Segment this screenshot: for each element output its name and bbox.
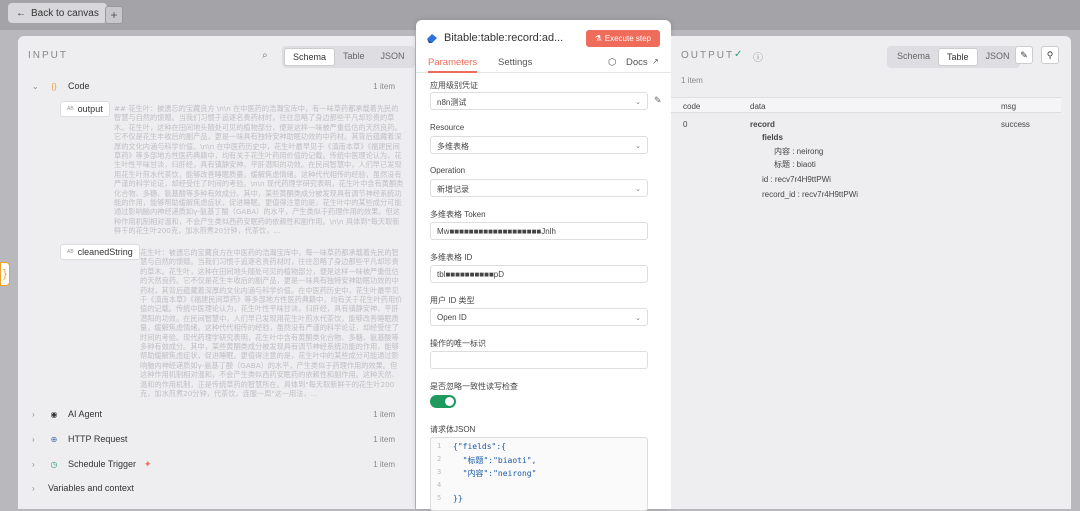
tab-settings[interactable]: Settings bbox=[498, 57, 532, 68]
arrow-left-icon: ← bbox=[16, 7, 26, 19]
edit-pencil-icon[interactable]: ✎ bbox=[654, 95, 662, 106]
output-panel: OUTPUT ✓ ⓘ Schema Table JSON ✎ ⚲ 1 item … bbox=[671, 36, 1071, 509]
text-type-icon: AB bbox=[67, 106, 74, 112]
operation-select[interactable]: 新增记录 ⌄ bbox=[430, 179, 648, 197]
input-panel: INPUT ⌕ Schema Table JSON ⌄ {} Code 1 it… bbox=[18, 36, 415, 509]
chevron-right-icon: › bbox=[32, 483, 35, 493]
data-neirong-value: 内容 : neirong bbox=[774, 147, 824, 156]
node-title[interactable]: Bitable:table:record:ad... bbox=[444, 32, 563, 44]
output-schema-tab[interactable]: Schema bbox=[889, 48, 938, 66]
user-id-type-label: 用户 ID 类型 bbox=[430, 296, 475, 305]
code-node-row[interactable]: ⌄ {} Code bbox=[32, 80, 90, 92]
cell-msg: success bbox=[1001, 120, 1030, 129]
add-tab-button[interactable]: + bbox=[105, 6, 123, 24]
ai-agent-node-row[interactable]: › ◉ AI Agent bbox=[32, 408, 102, 420]
user-id-type-select[interactable]: Open ID ⌄ bbox=[430, 308, 648, 326]
chevron-down-icon: ⌄ bbox=[32, 81, 39, 91]
http-request-node-row[interactable]: › ⊕ HTTP Request bbox=[32, 433, 127, 445]
modal-tabs: Parameters Settings ⬡ Docs ↗ bbox=[416, 53, 671, 73]
code-braces-icon: {} bbox=[51, 81, 57, 91]
token-label: 多维表格 Token bbox=[430, 210, 486, 219]
cleaned-string-field-tag[interactable]: AB cleanedString bbox=[60, 244, 140, 260]
json-line: "内容":"neirong" bbox=[453, 469, 537, 478]
credential-select[interactable]: n8n测试 ⌄ bbox=[430, 92, 648, 110]
json-line: {"fields":{ bbox=[453, 442, 506, 451]
node-settings-modal: Bitable:table:record:ad... ⚗ Execute ste… bbox=[416, 20, 671, 511]
chevron-down-icon: ⌄ bbox=[635, 143, 641, 150]
input-table-tab[interactable]: Table bbox=[335, 48, 373, 66]
data-record-key: record bbox=[750, 120, 775, 129]
ignore-consistency-toggle[interactable] bbox=[430, 395, 456, 408]
output-table-tab[interactable]: Table bbox=[938, 48, 978, 66]
operation-label: Operation bbox=[430, 166, 466, 175]
cleaned-string-value: 花生叶：被遗忘的宝藏良方在中医药的浩瀚宝库中，每一味草药都承载着先民的智慧与自然… bbox=[140, 248, 403, 398]
unique-id-label: 操作的唯一标识 bbox=[430, 339, 486, 348]
http-request-item-count: 1 item bbox=[373, 435, 395, 444]
text-type-icon: AB bbox=[67, 249, 74, 255]
input-title: INPUT bbox=[28, 50, 68, 61]
table-id-input[interactable]: tbl■■■■■■■■■■pD bbox=[430, 265, 648, 283]
credential-label: 应用级别凭证 bbox=[430, 81, 478, 90]
chevron-right-icon: › bbox=[32, 434, 35, 444]
chevron-down-icon: ⌄ bbox=[635, 315, 641, 322]
chevron-right-icon: › bbox=[32, 459, 35, 469]
resource-label: Resource bbox=[430, 123, 465, 132]
resource-select[interactable]: 多维表格 ⌄ bbox=[430, 136, 648, 154]
edit-output-button[interactable]: ✎ bbox=[1015, 46, 1033, 64]
col-code: code bbox=[683, 102, 701, 111]
output-view-switch: Schema Table JSON bbox=[887, 46, 1020, 68]
chevron-down-icon: ⌄ bbox=[635, 99, 641, 106]
unique-id-input[interactable] bbox=[430, 351, 648, 369]
code-item-count: 1 item bbox=[373, 82, 395, 91]
table-id-label: 多维表格 ID bbox=[430, 253, 473, 262]
cell-code: 0 bbox=[683, 120, 688, 129]
chevron-right-icon: › bbox=[32, 409, 35, 419]
docs-link[interactable]: Docs bbox=[626, 57, 648, 68]
input-view-switch: Schema Table JSON bbox=[282, 46, 415, 68]
data-fields-key: fields bbox=[762, 133, 783, 142]
info-icon[interactable]: ⓘ bbox=[753, 49, 763, 64]
json-line: "标题":"biaoti", bbox=[453, 456, 537, 465]
trigger-bolt-icon: ✦ bbox=[144, 458, 152, 469]
json-line: }} bbox=[453, 494, 463, 503]
schedule-trigger-item-count: 1 item bbox=[373, 460, 395, 469]
robot-icon: ◉ bbox=[50, 409, 58, 419]
output-json-tab[interactable]: JSON bbox=[978, 48, 1018, 66]
node-package-icon[interactable]: ⬡ bbox=[608, 57, 616, 68]
variables-context-row[interactable]: › Variables and context bbox=[32, 483, 134, 493]
pin-data-button[interactable]: ⚲ bbox=[1041, 46, 1059, 64]
execute-step-button[interactable]: ⚗ Execute step bbox=[585, 30, 660, 47]
check-circle-icon: ✓ bbox=[734, 49, 743, 60]
request-json-label: 请求体JSON bbox=[430, 425, 476, 434]
data-record-id-value: record_id : recv7r4H9ttPWi bbox=[762, 190, 859, 199]
back-to-canvas-button[interactable]: ← Back to canvas bbox=[8, 3, 107, 23]
chevron-down-icon: ⌄ bbox=[635, 186, 641, 193]
globe-icon: ⊕ bbox=[50, 434, 58, 444]
flask-icon: ⚗ bbox=[594, 34, 602, 43]
output-field-tag[interactable]: AB output bbox=[60, 101, 110, 117]
col-data: data bbox=[750, 102, 766, 111]
bitable-logo-icon bbox=[427, 34, 437, 43]
output-title: OUTPUT bbox=[681, 50, 735, 61]
schedule-trigger-node-row[interactable]: › ◷ Schedule Trigger ✦ bbox=[32, 458, 152, 470]
external-link-icon[interactable]: ↗ bbox=[652, 57, 659, 66]
output-field-value: ## 花生叶：被遗忘的宝藏良方 \n\n 在中医药的浩瀚宝库中，有一味草药都承载… bbox=[114, 104, 404, 236]
ai-agent-item-count: 1 item bbox=[373, 410, 395, 419]
input-schema-tab[interactable]: Schema bbox=[284, 48, 336, 66]
input-json-tab[interactable]: JSON bbox=[373, 48, 413, 66]
data-biaoti-value: 标题 : biaoti bbox=[774, 160, 816, 169]
clock-icon: ◷ bbox=[50, 459, 58, 469]
output-item-count: 1 item bbox=[681, 76, 703, 85]
ignore-consistency-label: 是否忽略一致性读写检查 bbox=[430, 382, 518, 391]
col-msg: msg bbox=[1001, 102, 1017, 111]
drag-handle[interactable]: } bbox=[0, 262, 10, 286]
output-table-header: code data msg bbox=[671, 97, 1061, 113]
request-json-editor[interactable]: 1 2 3 4 5 {"fields":{ "标题":"biaoti", "内容… bbox=[430, 437, 648, 511]
tab-parameters[interactable]: Parameters bbox=[428, 57, 478, 73]
token-input[interactable]: Mw■■■■■■■■■■■■■■■■■■■Jnlh bbox=[430, 222, 648, 240]
search-icon[interactable]: ⌕ bbox=[262, 50, 268, 61]
data-id-value: id : recv7r4H9ttPWi bbox=[762, 175, 831, 184]
